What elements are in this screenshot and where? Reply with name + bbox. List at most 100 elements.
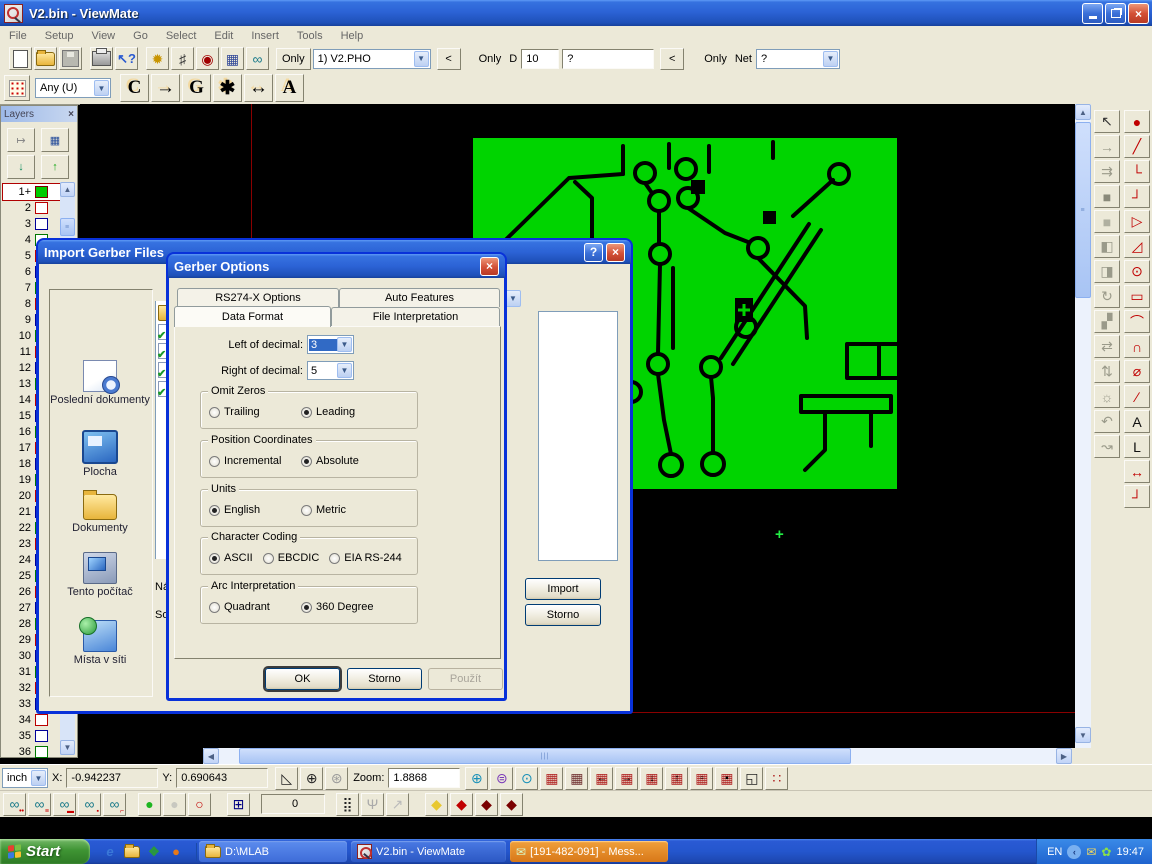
- dcode-matrix-button[interactable]: [4, 75, 30, 101]
- mixed-mode-icon[interactable]: ◆: [500, 793, 523, 816]
- layers-close-icon[interactable]: ×: [68, 109, 74, 120]
- chevron-down-icon[interactable]: ▼: [823, 51, 838, 67]
- close-icon[interactable]: ×: [480, 257, 499, 276]
- draw-triangle-icon[interactable]: ◿: [1124, 235, 1150, 258]
- snap-grid-icon[interactable]: ⣿: [336, 793, 359, 816]
- menu-file[interactable]: File: [0, 28, 36, 44]
- layer-color-swatch[interactable]: [35, 218, 48, 230]
- label-l-icon[interactable]: L: [1124, 435, 1150, 458]
- chevron-down-icon[interactable]: ▼: [94, 80, 109, 96]
- flash-button[interactable]: ✱: [213, 74, 242, 102]
- view-film-icon[interactable]: ∞: [246, 47, 269, 70]
- filter-select[interactable]: Any (U)▼: [35, 78, 111, 98]
- layer-select[interactable]: 1) V2.PHO▼: [313, 49, 431, 69]
- layer-color-swatch[interactable]: [35, 202, 48, 214]
- scroll-left-button[interactable]: ◀: [203, 748, 219, 764]
- chevron-down-icon[interactable]: ▼: [337, 337, 352, 352]
- firefox-icon[interactable]: ●: [168, 844, 184, 860]
- horizontal-scrollbar[interactable]: ◀ ||| ▶: [203, 748, 1072, 764]
- menu-go[interactable]: Go: [124, 28, 157, 44]
- draw-line-icon[interactable]: ╱: [1124, 135, 1150, 158]
- move-ref-icon[interactable]: ⇄: [1094, 335, 1120, 358]
- radio-metric[interactable]: Metric: [301, 504, 346, 516]
- pan-right-icon[interactable]: ▦ →: [615, 767, 638, 790]
- anchor-icon[interactable]: Ψ: [361, 793, 384, 816]
- pad-mode-icon[interactable]: ◆: [450, 793, 473, 816]
- radio-unselected-icon[interactable]: [209, 407, 220, 418]
- tab-rs274x[interactable]: RS274-X Options: [177, 288, 339, 307]
- draw-rectangle-icon[interactable]: ▭: [1124, 285, 1150, 308]
- draw-mode-icon[interactable]: ◆: [475, 793, 498, 816]
- tab-auto-features[interactable]: Auto Features: [339, 288, 500, 307]
- goto-button[interactable]: →: [151, 74, 180, 102]
- start-button[interactable]: Start: [0, 839, 90, 864]
- layers-scroll-thumb[interactable]: ≡: [60, 218, 75, 236]
- film-box-icon[interactable]: ▦: [540, 767, 563, 790]
- text-a-icon[interactable]: A: [1124, 410, 1150, 433]
- ping-icon[interactable]: ⊛: [325, 767, 348, 790]
- radio-ebcdic[interactable]: EBCDIC: [263, 552, 320, 564]
- radio-360-degree[interactable]: 360 Degree: [301, 601, 374, 613]
- view-lines-icon[interactable]: ∞ ≡: [28, 793, 51, 816]
- only-d-label[interactable]: Only: [475, 53, 506, 65]
- look-in-chevron-icon[interactable]: ▼: [505, 290, 521, 307]
- layer-color-swatch[interactable]: [35, 186, 48, 198]
- cancel-button[interactable]: Storno: [347, 668, 422, 690]
- net-select[interactable]: ?▼: [756, 49, 840, 69]
- only-layer-button[interactable]: Only: [276, 48, 311, 70]
- layer-colors-button[interactable]: ▦: [41, 128, 69, 152]
- tray-chevron-icon[interactable]: ‹: [1067, 845, 1081, 859]
- horizontal-scroll-thumb[interactable]: |||: [239, 748, 851, 764]
- layer-up-button[interactable]: ↑: [41, 155, 69, 179]
- chevron-down-icon[interactable]: ▼: [337, 363, 352, 378]
- merge-icon[interactable]: ↝: [1094, 435, 1120, 458]
- align-icon[interactable]: ⇅: [1094, 360, 1120, 383]
- layers-scroll-down-button[interactable]: ▼: [60, 740, 75, 755]
- taskbar-task-3[interactable]: ✉[191-482-091] - Mess...: [510, 841, 668, 862]
- zoom-value[interactable]: 1.8868: [388, 768, 460, 788]
- book-icon[interactable]: ❖: [146, 844, 162, 860]
- radio-leading[interactable]: Leading: [301, 406, 355, 418]
- help-icon[interactable]: ?: [584, 243, 603, 262]
- explorer-icon[interactable]: [124, 844, 140, 860]
- save-file-button[interactable]: [59, 47, 82, 70]
- place-computer[interactable]: Tento počítač: [50, 552, 150, 598]
- place-recent[interactable]: Poslední dokumenty: [50, 360, 150, 406]
- radio-selected-icon[interactable]: [209, 553, 220, 564]
- draw-pad-icon[interactable]: ●: [1124, 110, 1150, 133]
- film-setup-icon[interactable]: ♯: [171, 47, 194, 70]
- draw-route-icon[interactable]: ┘: [1124, 185, 1150, 208]
- menu-select[interactable]: Select: [157, 28, 206, 44]
- place-desktop[interactable]: Plocha: [50, 430, 150, 478]
- swap-button[interactable]: ↔: [244, 74, 273, 102]
- radio-ascii[interactable]: ASCII: [209, 552, 253, 564]
- minimize-button[interactable]: [1082, 3, 1103, 24]
- dcode-film-icon[interactable]: ◉: [196, 47, 219, 70]
- radio-unselected-icon[interactable]: [301, 505, 312, 516]
- dcode-c-button[interactable]: C: [120, 74, 149, 102]
- menu-setup[interactable]: Setup: [36, 28, 83, 44]
- apply-button[interactable]: Použít: [428, 668, 503, 690]
- counter-field[interactable]: 0: [261, 794, 325, 814]
- settings-gear-icon[interactable]: ☼: [1094, 385, 1120, 408]
- tray-icq-icon[interactable]: ✿: [1101, 845, 1111, 859]
- language-indicator[interactable]: EN: [1047, 846, 1062, 858]
- radio-quadrant[interactable]: Quadrant: [209, 601, 291, 613]
- layer-color-swatch[interactable]: [35, 714, 48, 726]
- chevron-down-icon[interactable]: ▼: [414, 51, 429, 67]
- view-trace-icon[interactable]: ∞ ▪: [78, 793, 101, 816]
- radio-selected-icon[interactable]: [209, 505, 220, 516]
- draw-arc-icon[interactable]: ⌒: [1124, 310, 1150, 333]
- unit-select[interactable]: inch▼: [2, 768, 48, 788]
- fill-light-icon[interactable]: ■: [1094, 210, 1120, 233]
- highlight-on-icon[interactable]: ●: [138, 793, 161, 816]
- radio-unselected-icon[interactable]: [209, 602, 220, 613]
- left-of-decimal-select[interactable]: 3 ▼: [307, 335, 354, 354]
- scroll-down-button[interactable]: ▼: [1075, 727, 1091, 743]
- radio-unselected-icon[interactable]: [209, 456, 220, 467]
- menu-help[interactable]: Help: [332, 28, 373, 44]
- vertical-scroll-thumb[interactable]: ≡: [1075, 122, 1091, 298]
- d-value-field[interactable]: 10: [521, 49, 559, 69]
- import-cancel-button[interactable]: Storno: [525, 604, 601, 626]
- tray-mail-icon[interactable]: ✉: [1086, 845, 1096, 859]
